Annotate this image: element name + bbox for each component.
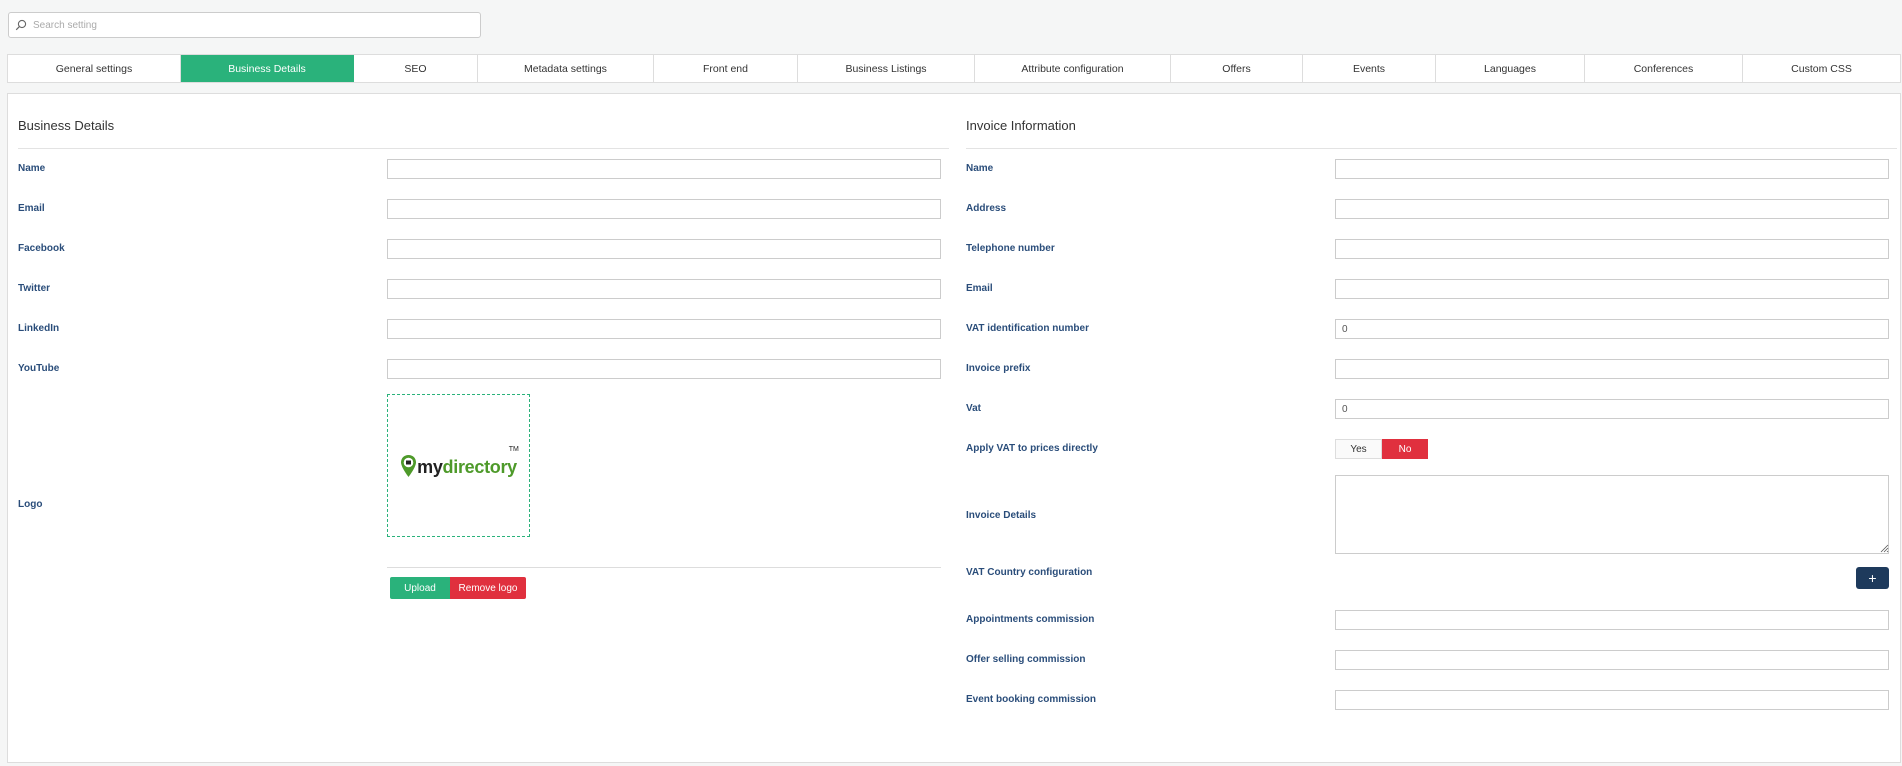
section-title-invoice-information: Invoice Information — [966, 118, 1076, 133]
field-row-appointments-commission: Appointments commission — [966, 610, 1897, 632]
field-row-vat-country: VAT Country configuration + — [966, 567, 1897, 589]
apply-vat-yes-option[interactable]: Yes — [1335, 439, 1382, 459]
divider — [966, 148, 1897, 149]
field-row-twitter: Twitter — [18, 279, 949, 301]
field-label: Offer selling commission — [966, 654, 1086, 665]
field-label: LinkedIn — [18, 323, 60, 334]
invoice-telephone-input[interactable] — [1335, 239, 1889, 259]
field-row-vat: Vat — [966, 399, 1897, 421]
invoice-name-input[interactable] — [1335, 159, 1889, 179]
field-label: Twitter — [18, 283, 51, 294]
field-row-address: Address — [966, 199, 1897, 221]
upload-button[interactable]: Upload — [390, 577, 450, 599]
logo-text-directory: directory — [442, 456, 518, 477]
business-youtube-input[interactable] — [387, 359, 941, 379]
field-label: Name — [966, 163, 994, 174]
field-row-email: Email — [18, 199, 949, 221]
field-label: Vat — [966, 403, 982, 414]
map-pin-icon — [401, 454, 417, 477]
field-label: Invoice Details — [966, 510, 1037, 521]
settings-tabs: General settings Business Details SEO Me… — [7, 54, 1901, 83]
field-row-youtube: YouTube — [18, 359, 949, 381]
invoice-email-input[interactable] — [1335, 279, 1889, 299]
field-label: Name — [18, 163, 46, 174]
section-title-business-details: Business Details — [18, 118, 115, 133]
field-row-invoice-name: Name — [966, 159, 1897, 181]
field-label: Apply VAT to prices directly — [966, 443, 1098, 454]
field-row-linkedin: LinkedIn — [18, 319, 949, 341]
logo-text-my: my — [417, 456, 443, 477]
field-label: Telephone number — [966, 243, 1055, 254]
field-label: Facebook — [18, 243, 65, 254]
business-facebook-input[interactable] — [387, 239, 941, 259]
search-icon — [15, 19, 27, 31]
field-label: YouTube — [18, 363, 60, 374]
field-label: Logo — [18, 499, 43, 510]
field-label: Email — [18, 203, 45, 214]
vat-identification-input[interactable] — [1335, 319, 1889, 339]
field-row-invoice-details: Invoice Details — [966, 475, 1897, 555]
search-input[interactable] — [33, 19, 480, 31]
field-label: Event booking commission — [966, 694, 1097, 705]
add-vat-country-button[interactable]: + — [1856, 567, 1889, 589]
field-row-name: Name — [18, 159, 949, 181]
apply-vat-toggle[interactable]: Yes No — [1335, 439, 1428, 459]
appointments-commission-input[interactable] — [1335, 610, 1889, 630]
tab-offers[interactable]: Offers — [1171, 55, 1303, 82]
vat-input[interactable] — [1335, 399, 1889, 419]
tab-business-details[interactable]: Business Details — [181, 55, 354, 82]
field-label: VAT identification number — [966, 323, 1089, 334]
divider — [387, 567, 941, 568]
field-label: Invoice prefix — [966, 363, 1031, 374]
tab-events[interactable]: Events — [1303, 55, 1436, 82]
resize-grip-icon[interactable] — [1879, 543, 1889, 553]
field-label: Appointments commission — [966, 614, 1095, 625]
tab-conferences[interactable]: Conferences — [1585, 55, 1743, 82]
field-row-vat-id: VAT identification number — [966, 319, 1897, 341]
field-label: Email — [966, 283, 993, 294]
tab-metadata-settings[interactable]: Metadata settings — [478, 55, 654, 82]
field-row-invoice-prefix: Invoice prefix — [966, 359, 1897, 381]
tab-custom-css[interactable]: Custom CSS — [1743, 55, 1900, 82]
tab-general-settings[interactable]: General settings — [8, 55, 181, 82]
field-label: Address — [966, 203, 1007, 214]
field-row-apply-vat: Apply VAT to prices directly Yes No — [966, 439, 1897, 461]
divider — [18, 148, 949, 149]
field-row-event-commission: Event booking commission — [966, 690, 1897, 712]
field-row-facebook: Facebook — [18, 239, 949, 261]
logo-trademark: TM — [508, 445, 519, 453]
tab-seo[interactable]: SEO — [354, 55, 478, 82]
remove-logo-button[interactable]: Remove logo — [450, 577, 526, 599]
search-box[interactable] — [8, 12, 481, 38]
field-label: VAT Country configuration — [966, 567, 1093, 578]
apply-vat-no-option[interactable]: No — [1382, 439, 1428, 459]
invoice-details-textarea[interactable] — [1335, 475, 1889, 554]
offer-selling-commission-input[interactable] — [1335, 650, 1889, 670]
invoice-address-input[interactable] — [1335, 199, 1889, 219]
field-row-offer-commission: Offer selling commission — [966, 650, 1897, 672]
business-name-input[interactable] — [387, 159, 941, 179]
tab-front-end[interactable]: Front end — [654, 55, 798, 82]
mydirectory-logo: my directory TM — [400, 446, 519, 478]
logo-preview[interactable]: my directory TM — [387, 394, 530, 537]
invoice-prefix-input[interactable] — [1335, 359, 1889, 379]
field-row-invoice-email: Email — [966, 279, 1897, 301]
field-row-telephone: Telephone number — [966, 239, 1897, 261]
tab-business-listings[interactable]: Business Listings — [798, 55, 975, 82]
tab-languages[interactable]: Languages — [1436, 55, 1585, 82]
tab-attribute-configuration[interactable]: Attribute configuration — [975, 55, 1171, 82]
event-booking-commission-input[interactable] — [1335, 690, 1889, 710]
business-email-input[interactable] — [387, 199, 941, 219]
settings-panel: Business Details Name Email Facebook Twi… — [7, 93, 1901, 763]
business-twitter-input[interactable] — [387, 279, 941, 299]
business-linkedin-input[interactable] — [387, 319, 941, 339]
